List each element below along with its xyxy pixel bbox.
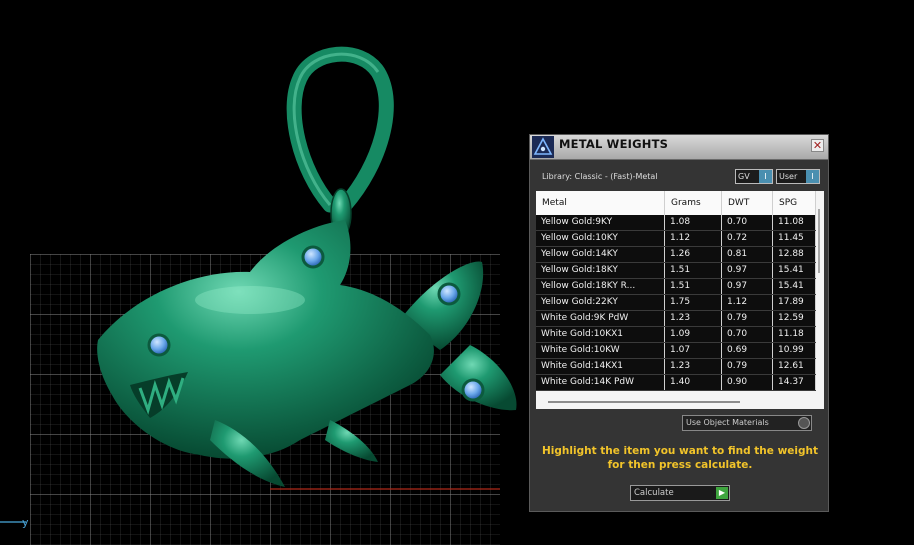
table-row[interactable]: Yellow Gold:18KY 1.51 0.97 15.41	[536, 263, 816, 279]
cell-dwt: 1.12	[722, 295, 773, 310]
app-logo-icon	[532, 136, 554, 158]
cell-grams: 1.12	[665, 231, 722, 246]
column-header-spg[interactable]: SPG	[773, 191, 816, 215]
cell-dwt: 0.72	[722, 231, 773, 246]
cell-metal: Yellow Gold:18KY R...	[536, 279, 665, 294]
cell-dwt: 0.79	[722, 359, 773, 374]
table-row[interactable]: Yellow Gold:14KY 1.26 0.81 12.88	[536, 247, 816, 263]
column-header-metal[interactable]: Metal	[536, 191, 665, 215]
calculate-label: Calculate	[634, 488, 674, 498]
user-toggle[interactable]: User I	[776, 169, 820, 184]
cell-dwt: 0.97	[722, 279, 773, 294]
calculate-button[interactable]: Calculate ▶	[630, 485, 730, 501]
cell-metal: Yellow Gold:18KY	[536, 263, 665, 278]
cell-dwt: 0.79	[722, 311, 773, 326]
horizontal-scrollbar[interactable]	[548, 401, 740, 403]
cell-spg: 12.88	[773, 247, 816, 262]
axis-y-label: y	[22, 516, 29, 529]
cell-spg: 11.08	[773, 215, 816, 230]
cell-grams: 1.23	[665, 311, 722, 326]
cell-metal: Yellow Gold:9KY	[536, 215, 665, 230]
cell-grams: 1.23	[665, 359, 722, 374]
column-header-dwt[interactable]: DWT	[722, 191, 773, 215]
table-row[interactable]: Yellow Gold:22KY 1.75 1.12 17.89	[536, 295, 816, 311]
vertical-scrollbar[interactable]	[818, 209, 820, 273]
cell-spg: 10.99	[773, 343, 816, 358]
table-row[interactable]: White Gold:9K PdW 1.23 0.79 12.59	[536, 311, 816, 327]
cell-metal: White Gold:14KX1	[536, 359, 665, 374]
metal-weights-table[interactable]: Metal Grams DWT SPG Yellow Gold:9KY 1.08 0…	[536, 191, 824, 409]
cell-grams: 1.51	[665, 263, 722, 278]
cell-metal: White Gold:10KX1	[536, 327, 665, 342]
cell-spg: 15.41	[773, 263, 816, 278]
table-row[interactable]: White Gold:14K PdW 1.40 0.90 14.37	[536, 375, 816, 391]
cell-spg: 15.41	[773, 279, 816, 294]
cell-spg: 11.18	[773, 327, 816, 342]
column-header-grams[interactable]: Grams	[665, 191, 722, 215]
cell-metal: White Gold:9K PdW	[536, 311, 665, 326]
cell-dwt: 0.97	[722, 263, 773, 278]
cell-dwt: 0.90	[722, 375, 773, 390]
dropdown-knob-icon	[798, 417, 810, 429]
table-row[interactable]: Yellow Gold:10KY 1.12 0.72 11.45	[536, 231, 816, 247]
cell-grams: 1.75	[665, 295, 722, 310]
panel-titlebar[interactable]: METAL WEIGHTS ✕	[530, 135, 828, 160]
user-label: User	[779, 172, 798, 181]
cell-grams: 1.09	[665, 327, 722, 342]
cell-metal: Yellow Gold:10KY	[536, 231, 665, 246]
cell-grams: 1.07	[665, 343, 722, 358]
cell-spg: 17.89	[773, 295, 816, 310]
close-icon[interactable]: ✕	[811, 139, 824, 152]
metal-weights-panel: METAL WEIGHTS ✕ Library: Classic - (Fast…	[529, 134, 829, 512]
cell-grams: 1.51	[665, 279, 722, 294]
table-row[interactable]: White Gold:14KX1 1.23 0.79 12.61	[536, 359, 816, 375]
table-row[interactable]: Yellow Gold:9KY 1.08 0.70 11.08	[536, 215, 816, 231]
cell-grams: 1.40	[665, 375, 722, 390]
use-object-materials-dropdown[interactable]: Use Object Materials	[682, 415, 812, 431]
library-label: Library: Classic - (Fast)-Metal	[542, 172, 658, 181]
gv-toggle-indicator-icon: I	[759, 170, 772, 183]
cell-dwt: 0.70	[722, 215, 773, 230]
gv-label: GV	[738, 172, 750, 181]
table-row[interactable]: White Gold:10KW 1.07 0.69 10.99	[536, 343, 816, 359]
cell-dwt: 0.69	[722, 343, 773, 358]
user-toggle-indicator-icon: I	[806, 170, 819, 183]
panel-title: METAL WEIGHTS	[559, 137, 669, 151]
instruction-message: Highlight the item you want to find the …	[542, 445, 818, 471]
cell-spg: 12.61	[773, 359, 816, 374]
table-row[interactable]: Yellow Gold:18KY R... 1.51 0.97 15.41	[536, 279, 816, 295]
cell-metal: White Gold:10KW	[536, 343, 665, 358]
cell-spg: 11.45	[773, 231, 816, 246]
cell-dwt: 0.70	[722, 327, 773, 342]
cell-spg: 14.37	[773, 375, 816, 390]
cell-grams: 1.08	[665, 215, 722, 230]
cell-dwt: 0.81	[722, 247, 773, 262]
play-arrow-icon: ▶	[716, 487, 728, 499]
cell-spg: 12.59	[773, 311, 816, 326]
table-row[interactable]: White Gold:10KX1 1.09 0.70 11.18	[536, 327, 816, 343]
cell-metal: Yellow Gold:14KY	[536, 247, 665, 262]
cell-metal: Yellow Gold:22KY	[536, 295, 665, 310]
use-object-materials-label: Use Object Materials	[686, 418, 769, 427]
gv-toggle[interactable]: GV I	[735, 169, 773, 184]
cell-grams: 1.26	[665, 247, 722, 262]
cell-metal: White Gold:14K PdW	[536, 375, 665, 390]
